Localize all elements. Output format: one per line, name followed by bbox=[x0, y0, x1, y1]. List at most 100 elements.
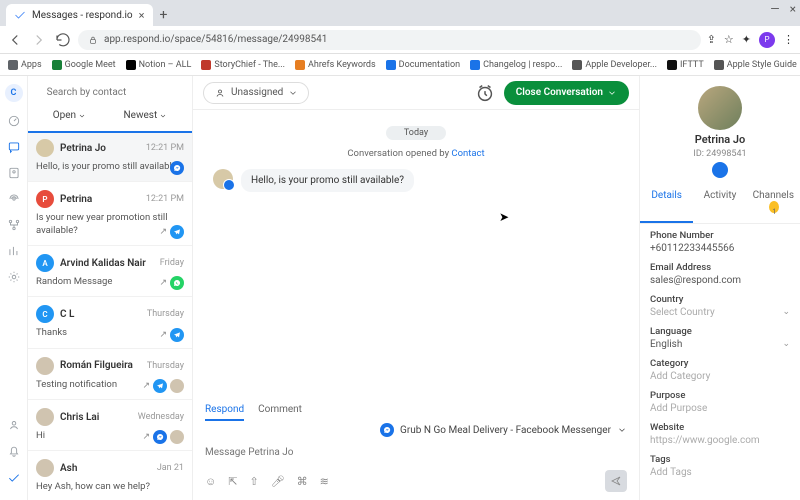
kebab-menu-icon[interactable]: ⋮ bbox=[783, 33, 794, 46]
bookmark-item[interactable]: Apple Developer... bbox=[572, 60, 657, 70]
outgoing-arrow-icon: ↗ bbox=[159, 278, 167, 288]
workspace-switcher[interactable]: C bbox=[5, 84, 23, 102]
channel-selector[interactable]: Grub N Go Meal Delivery - Facebook Messe… bbox=[193, 421, 639, 439]
contact-avatar-icon: C bbox=[36, 305, 54, 323]
field-email[interactable]: Email Address sales@respond.com bbox=[650, 262, 790, 286]
composer-toolbar: ☺ ⇱ ⇧ 🎤︎ ⌘ ≋ bbox=[193, 468, 639, 500]
conversation-item[interactable]: Román FilgueiraThursdayTesting notificat… bbox=[28, 349, 192, 400]
contact-name: Petrina Jo bbox=[60, 143, 140, 154]
upload-icon[interactable]: ⇧ bbox=[249, 475, 258, 488]
conversation-item[interactable]: PPetrina12:21 PMIs your new year promoti… bbox=[28, 182, 192, 246]
address-bar[interactable]: app.respond.io/space/54816/message/24998… bbox=[78, 30, 701, 50]
conversation-list: Open Newest Petrina Jo 12:21 PM Hello, is … bbox=[28, 76, 193, 500]
workflows-icon[interactable] bbox=[7, 218, 21, 232]
incoming-message: Hello, is your promo still available? bbox=[213, 169, 619, 192]
conversation-time: Thursday bbox=[147, 309, 184, 319]
mouse-cursor-icon: ➤ bbox=[499, 210, 509, 224]
message-thread: Today Conversation opened by Contact Hel… bbox=[193, 110, 639, 398]
tab-channels[interactable]: Channels1 bbox=[747, 184, 800, 223]
conversation-item[interactable]: CC LThursdayThanks↗ bbox=[28, 297, 192, 348]
conversation-item[interactable]: AshJan 21Hey Ash, how can we help? bbox=[28, 451, 192, 500]
url-text: app.respond.io/space/54816/message/24998… bbox=[104, 34, 327, 45]
chevron-down-icon bbox=[617, 425, 627, 435]
system-event-link[interactable]: Contact bbox=[451, 148, 484, 159]
settings-icon[interactable] bbox=[7, 270, 21, 284]
contact-name: C L bbox=[60, 309, 141, 320]
browser-toolbar: app.respond.io/space/54816/message/24998… bbox=[0, 26, 800, 54]
conversation-item[interactable]: Chris LaiWednesdayHi↗ bbox=[28, 400, 192, 451]
search-input[interactable] bbox=[47, 82, 180, 102]
broadcast-icon[interactable] bbox=[7, 192, 21, 206]
outgoing-arrow-icon: ↗ bbox=[142, 381, 150, 391]
forward-button[interactable] bbox=[30, 31, 48, 49]
contact-channel-icon bbox=[712, 162, 728, 178]
tab-title: Messages - respond.io bbox=[32, 10, 133, 21]
reload-button[interactable] bbox=[54, 31, 72, 49]
conversation-time: 12:21 PM bbox=[146, 143, 184, 153]
user-icon bbox=[214, 87, 226, 99]
field-category[interactable]: Category Add Category bbox=[650, 358, 790, 382]
status-filter[interactable]: Open bbox=[53, 110, 86, 121]
field-website[interactable]: Website https://www.google.com bbox=[650, 422, 790, 446]
send-button[interactable] bbox=[605, 470, 627, 492]
contact-avatar-icon bbox=[36, 408, 54, 426]
variables-icon[interactable]: ≋ bbox=[320, 475, 329, 488]
voice-icon[interactable]: 🎤︎ bbox=[271, 475, 285, 488]
field-phone[interactable]: Phone Number +60112233445566 bbox=[650, 230, 790, 254]
share-icon[interactable]: ⇪ bbox=[707, 33, 716, 46]
snippet-icon[interactable]: ⌘ bbox=[297, 475, 308, 488]
back-button[interactable] bbox=[6, 31, 24, 49]
conversation-item[interactable]: AArvind Kalidas NairFridayRandom Message… bbox=[28, 246, 192, 297]
dashboard-icon[interactable] bbox=[7, 114, 21, 128]
field-language[interactable]: Language English⌄ bbox=[650, 326, 790, 350]
assignee-dropdown[interactable]: Unassigned bbox=[203, 82, 309, 104]
tab-activity[interactable]: Activity bbox=[693, 184, 746, 223]
bookmark-item[interactable]: StoryChief - The... bbox=[201, 60, 285, 70]
notifications-icon[interactable] bbox=[7, 444, 21, 458]
emoji-icon[interactable]: ☺ bbox=[205, 475, 216, 488]
browser-tab[interactable]: Messages - respond.io × bbox=[6, 4, 153, 26]
bookmark-item[interactable]: Notion – ALL bbox=[126, 60, 192, 70]
bookmark-item[interactable]: Changelog | respo... bbox=[470, 60, 562, 70]
profile-avatar[interactable]: P bbox=[759, 32, 775, 48]
reports-icon[interactable] bbox=[7, 244, 21, 258]
bookmark-item[interactable]: Apple Style Guide bbox=[714, 60, 797, 70]
tab-comment[interactable]: Comment bbox=[258, 404, 302, 421]
field-purpose[interactable]: Purpose Add Purpose bbox=[650, 390, 790, 414]
star-icon[interactable]: ☆ bbox=[724, 33, 734, 46]
favicon-icon bbox=[14, 9, 26, 21]
respond-logo-icon[interactable] bbox=[7, 470, 21, 484]
message-input[interactable] bbox=[203, 443, 629, 462]
contacts-icon[interactable] bbox=[7, 166, 21, 180]
window-minimize-icon[interactable]: — bbox=[770, 2, 779, 16]
conversation-item[interactable]: Petrina Jo 12:21 PM Hello, is your promo s… bbox=[28, 131, 192, 182]
field-tags[interactable]: Tags Add Tags bbox=[650, 454, 790, 478]
extensions-icon[interactable]: ✦ bbox=[742, 33, 751, 46]
bookmark-item[interactable]: Ahrefs Keywords bbox=[295, 60, 376, 70]
messages-icon[interactable] bbox=[7, 140, 21, 154]
field-country[interactable]: Country Select Country⌄ bbox=[650, 294, 790, 318]
chevron-down-icon bbox=[288, 88, 298, 98]
user-avatar-icon[interactable] bbox=[7, 418, 21, 432]
agent-avatar-icon bbox=[170, 379, 184, 393]
tab-close-icon[interactable]: × bbox=[139, 9, 145, 22]
conversation-time: 12:21 PM bbox=[146, 194, 184, 204]
snooze-button[interactable] bbox=[474, 82, 496, 104]
bookmarks-bar: Apps Google Meet Notion – ALL StoryChief… bbox=[0, 54, 800, 76]
sort-filter[interactable]: Newest bbox=[124, 110, 168, 121]
contact-panel: Petrina Jo ID: 24998541 Details Activity… bbox=[640, 76, 800, 500]
message-bubble: Hello, is your promo still available? bbox=[241, 169, 414, 192]
bookmark-item[interactable]: IFTTT bbox=[667, 60, 704, 70]
new-tab-button[interactable]: + bbox=[153, 4, 175, 26]
conversation-preview: Hello, is your promo still available? bbox=[36, 161, 184, 173]
bookmark-item[interactable]: Google Meet bbox=[52, 60, 116, 70]
tab-details[interactable]: Details bbox=[640, 184, 693, 223]
close-conversation-button[interactable]: Close Conversation bbox=[504, 81, 629, 105]
tab-respond[interactable]: Respond bbox=[205, 404, 244, 421]
chevron-down-icon: ⌄ bbox=[782, 307, 790, 317]
window-close-icon[interactable]: × bbox=[790, 2, 796, 16]
bookmark-item[interactable]: Documentation bbox=[386, 60, 460, 70]
attachment-icon[interactable]: ⇱ bbox=[228, 475, 237, 488]
bookmark-apps[interactable]: Apps bbox=[8, 60, 42, 70]
tg-channel-icon bbox=[170, 225, 184, 239]
